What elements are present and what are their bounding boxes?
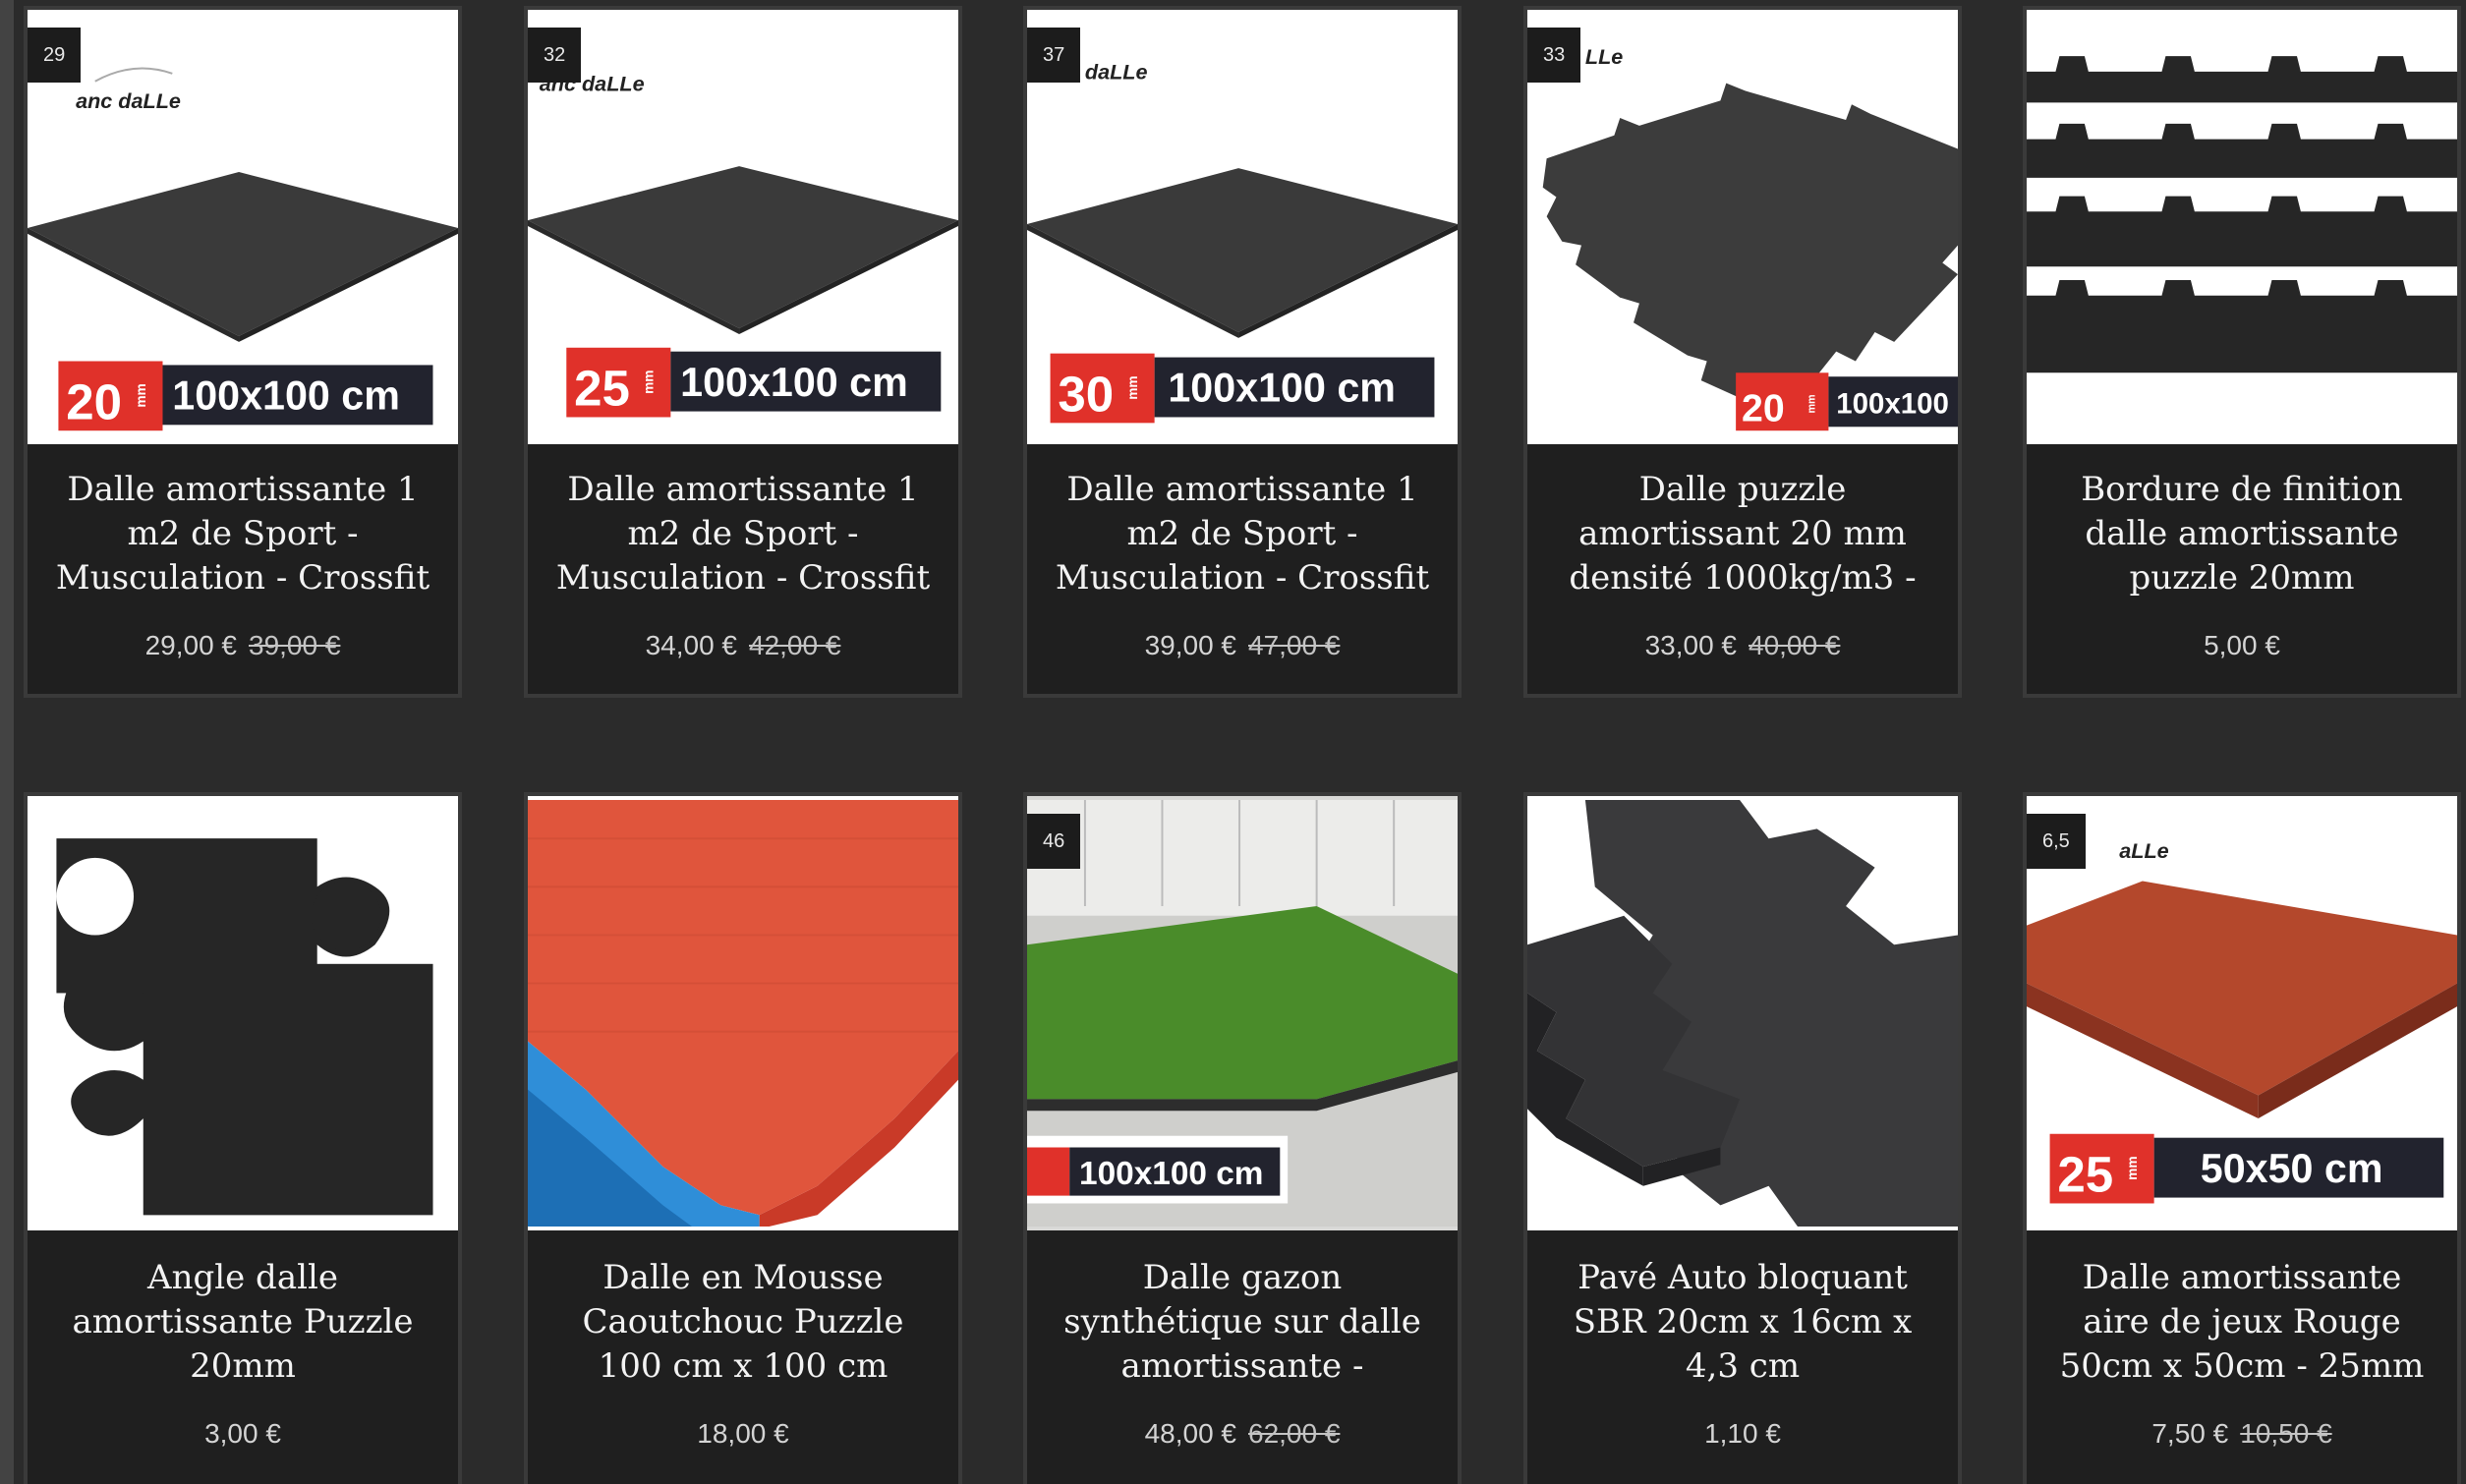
svg-text:mm: mm xyxy=(2125,1156,2140,1179)
product-badge: 6,5 xyxy=(2027,814,2086,869)
brand-logo: aLLe xyxy=(2119,838,2168,863)
product-title[interactable]: Bordure de finition dalle amortissante p… xyxy=(2044,468,2439,600)
svg-text:20: 20 xyxy=(66,373,122,429)
svg-text:100x100: 100x100 xyxy=(1836,388,1949,421)
current-price: 29,00 € xyxy=(144,629,237,660)
current-price: 1,10 € xyxy=(1704,1417,1781,1449)
product-title[interactable]: Angle dalle amortissante Puzzle 20mm xyxy=(45,1256,440,1389)
old-price: 40,00 € xyxy=(1749,629,1841,660)
product-title[interactable]: Pavé Auto bloquant SBR 20cm x 16cm x 4,3… xyxy=(1545,1256,1940,1389)
product-image[interactable]: anc daLLe 25 mm 100x100 cm 32 xyxy=(528,10,958,444)
product-image[interactable]: anc daLLe 20 mm 100x100 cm 29 xyxy=(28,10,458,444)
current-price: 48,00 € xyxy=(1144,1417,1236,1449)
price-row: 1,10 € xyxy=(1704,1418,1781,1450)
current-price: 39,00 € xyxy=(1144,629,1236,660)
product-image[interactable]: LLe 20 mm 100x100 33 xyxy=(1527,10,1958,444)
product-badge: 29 xyxy=(28,28,82,83)
product-image[interactable] xyxy=(528,796,958,1230)
product-image[interactable] xyxy=(2027,10,2457,444)
product-title[interactable]: Dalle amortissante 1 m2 de Sport - Muscu… xyxy=(545,468,941,600)
corner-piece-image xyxy=(56,838,433,1216)
product-badge: 32 xyxy=(528,28,582,83)
product-card[interactable]: Bordure de finition dalle amortissante p… xyxy=(2023,6,2461,698)
turf-image: 100x100 cm xyxy=(1027,799,1458,1227)
product-title[interactable]: Dalle amortissante 1 m2 de Sport - Muscu… xyxy=(1045,468,1440,600)
old-price: 39,00 € xyxy=(249,629,341,660)
product-card[interactable]: Pavé Auto bloquant SBR 20cm x 16cm x 4,3… xyxy=(1523,792,1962,1484)
old-price: 42,00 € xyxy=(749,629,841,660)
product-image[interactable]: daLLe 30 mm 100x100 cm 37 xyxy=(1027,10,1458,444)
svg-text:100x100 cm: 100x100 cm xyxy=(172,373,400,419)
current-price: 33,00 € xyxy=(1644,629,1737,660)
svg-text:100x100 cm: 100x100 cm xyxy=(1168,366,1396,411)
price-row: 33,00 € 40,00 € xyxy=(1645,630,1841,661)
product-badge: 37 xyxy=(1027,28,1081,83)
svg-text:mm: mm xyxy=(1125,375,1140,399)
product-title[interactable]: Dalle puzzle amortissant 20 mm densité 1… xyxy=(1545,468,1940,600)
svg-text:30: 30 xyxy=(1058,367,1114,423)
page-left-edge xyxy=(0,0,14,1484)
old-price: 47,00 € xyxy=(1248,629,1341,660)
product-card[interactable]: 100x100 cm 46 Dalle gazon synthétique su… xyxy=(1023,792,1462,1484)
puzzle-mat-image: LLe 20 mm 100x100 xyxy=(1542,44,1958,431)
product-badge: 33 xyxy=(1527,28,1581,83)
current-price: 3,00 € xyxy=(204,1417,281,1449)
price-row: 34,00 € 42,00 € xyxy=(646,630,841,661)
price-row: 29,00 € 39,00 € xyxy=(145,630,341,661)
product-card[interactable]: daLLe 30 mm 100x100 cm 37 Dalle amortiss… xyxy=(1023,6,1462,698)
brand-logo: daLLe xyxy=(1085,60,1148,85)
current-price: 18,00 € xyxy=(697,1417,789,1449)
product-image[interactable] xyxy=(1527,796,1958,1230)
mat-image: daLLe 30 mm 100x100 cm xyxy=(1027,60,1458,424)
current-price: 7,50 € xyxy=(2151,1417,2229,1449)
product-card[interactable]: Angle dalle amortissante Puzzle 20mm 3,0… xyxy=(24,792,462,1484)
product-title[interactable]: Dalle en Mousse Caoutchouc Puzzle 100 cm… xyxy=(545,1256,941,1389)
product-badge: 46 xyxy=(1027,814,1081,869)
pavers-image xyxy=(1527,799,1958,1227)
product-title[interactable]: Dalle amortissante aire de jeux Rouge 50… xyxy=(2044,1256,2439,1389)
product-image[interactable] xyxy=(28,796,458,1230)
brand-logo: anc daLLe xyxy=(76,88,181,113)
product-card[interactable]: LLe 20 mm 100x100 33 Dalle puzzle amorti… xyxy=(1523,6,1962,698)
old-price: 10,50 € xyxy=(2240,1417,2332,1449)
mat-image: anc daLLe 20 mm 100x100 cm xyxy=(28,67,458,431)
svg-text:100x100 cm: 100x100 cm xyxy=(680,360,908,405)
price-row: 39,00 € 47,00 € xyxy=(1145,630,1341,661)
price-row: 48,00 € 62,00 € xyxy=(1145,1418,1341,1450)
svg-text:mm: mm xyxy=(642,370,657,393)
current-price: 5,00 € xyxy=(2204,629,2280,660)
product-image[interactable]: aLLe 25 mm 50x50 cm 6,5 xyxy=(2027,796,2457,1230)
product-card[interactable]: Dalle en Mousse Caoutchouc Puzzle 100 cm… xyxy=(524,792,962,1484)
product-card[interactable]: anc daLLe 20 mm 100x100 cm 29 Dalle amor… xyxy=(24,6,462,698)
red-tile-image: aLLe 25 mm 50x50 cm xyxy=(2027,838,2457,1204)
svg-text:100x100 cm: 100x100 cm xyxy=(1079,1156,1263,1192)
old-price: 62,00 € xyxy=(1248,1417,1341,1449)
svg-text:25: 25 xyxy=(2057,1147,2113,1203)
border-strips-image xyxy=(2027,56,2457,373)
svg-text:20: 20 xyxy=(1742,386,1785,429)
svg-text:mm: mm xyxy=(134,383,148,407)
foam-puzzle-image xyxy=(528,799,958,1227)
product-image[interactable]: 100x100 cm 46 xyxy=(1027,796,1458,1230)
mat-image: anc daLLe 25 mm 100x100 cm xyxy=(528,72,958,418)
price-row: 5,00 € xyxy=(2204,630,2280,661)
price-row: 7,50 € 10,50 € xyxy=(2151,1418,2331,1450)
price-row: 3,00 € xyxy=(204,1418,281,1450)
product-title[interactable]: Dalle amortissante 1 m2 de Sport - Muscu… xyxy=(45,468,440,600)
product-title[interactable]: Dalle gazon synthétique sur dalle amorti… xyxy=(1045,1256,1440,1389)
svg-text:50x50 cm: 50x50 cm xyxy=(2201,1146,2383,1191)
current-price: 34,00 € xyxy=(645,629,737,660)
product-card[interactable]: aLLe 25 mm 50x50 cm 6,5 Dalle amortissan… xyxy=(2023,792,2461,1484)
svg-text:mm: mm xyxy=(1806,394,1818,413)
price-row: 18,00 € xyxy=(697,1418,788,1450)
brand-logo: LLe xyxy=(1585,44,1623,69)
svg-text:25: 25 xyxy=(574,361,630,417)
product-card[interactable]: anc daLLe 25 mm 100x100 cm 32 Dalle amor… xyxy=(524,6,962,698)
